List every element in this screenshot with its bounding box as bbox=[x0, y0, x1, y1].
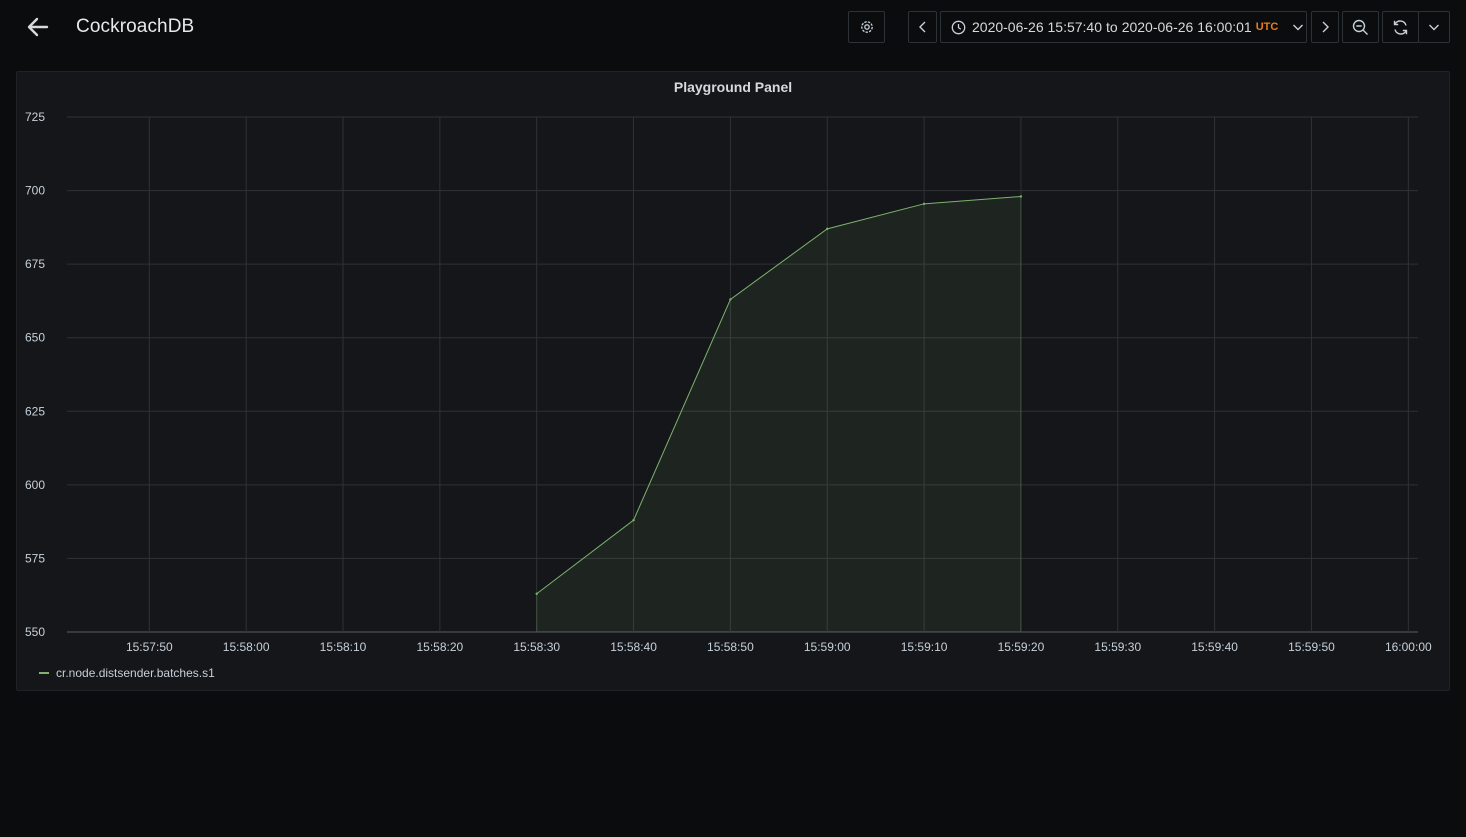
refresh-interval-dropdown[interactable] bbox=[1418, 11, 1450, 43]
time-range-from: 2020-06-26 15:57:40 bbox=[972, 19, 1102, 35]
legend-swatch bbox=[39, 672, 49, 674]
x-tick-label: 15:58:30 bbox=[513, 640, 560, 654]
y-tick-label: 550 bbox=[25, 625, 45, 639]
x-tick-label: 15:58:00 bbox=[223, 640, 270, 654]
settings-button[interactable] bbox=[848, 11, 885, 43]
zoom-out-button[interactable] bbox=[1342, 11, 1379, 43]
x-tick-label: 15:59:20 bbox=[998, 640, 1045, 654]
chevron-down-icon bbox=[1429, 24, 1439, 31]
clock-icon bbox=[951, 20, 966, 34]
dashboard-title: CockroachDB bbox=[76, 16, 195, 37]
x-tick-label: 15:58:20 bbox=[416, 640, 463, 654]
top-bar: CockroachDB 2020-06-26 15:57:40 to 2020-… bbox=[0, 0, 1466, 56]
x-tick-label: 15:59:50 bbox=[1288, 640, 1335, 654]
x-tick-label: 15:58:50 bbox=[707, 640, 754, 654]
graph-panel: Playground Panel 550 575 600 625 650 675 700 72… bbox=[16, 71, 1450, 691]
x-tick-label: 15:59:10 bbox=[901, 640, 948, 654]
legend-series-name: cr.node.distsender.batches.s1 bbox=[56, 666, 215, 680]
time-shift-back-button[interactable] bbox=[908, 11, 937, 43]
y-tick-label: 625 bbox=[25, 404, 45, 418]
y-tick-label: 725 bbox=[25, 110, 45, 124]
zoom-out-icon bbox=[1352, 19, 1368, 35]
data-point bbox=[632, 518, 635, 522]
series-area bbox=[536, 196, 1021, 632]
data-point bbox=[535, 592, 538, 595]
chevron-left-icon bbox=[918, 21, 925, 33]
arrow-left-icon bbox=[27, 17, 49, 37]
chevron-down-icon bbox=[1293, 24, 1304, 31]
gear-icon bbox=[860, 21, 873, 33]
x-tick-label: 15:59:30 bbox=[1094, 640, 1141, 654]
timezone-badge: UTC bbox=[1255, 21, 1279, 33]
x-tick-label: 15:58:10 bbox=[320, 640, 367, 654]
y-tick-label: 650 bbox=[25, 331, 45, 345]
time-range-picker[interactable]: 2020-06-26 15:57:40 to 2020-06-26 16:00:… bbox=[940, 11, 1307, 43]
data-point bbox=[1019, 195, 1023, 198]
refresh-icon bbox=[1393, 19, 1408, 35]
time-range-to: 2020-06-26 16:00:01 bbox=[1121, 19, 1252, 35]
x-tick-label: 15:57:50 bbox=[126, 640, 173, 654]
x-tick-label: 15:59:40 bbox=[1191, 640, 1238, 654]
data-point bbox=[729, 298, 732, 301]
y-tick-label: 675 bbox=[25, 257, 45, 271]
data-point bbox=[826, 227, 829, 231]
refresh-button[interactable] bbox=[1382, 11, 1419, 43]
y-tick-label: 700 bbox=[25, 184, 45, 198]
y-tick-label: 575 bbox=[25, 551, 45, 565]
time-series-chart[interactable]: 550 575 600 625 650 675 700 725 15:57:50 15:58:00… bbox=[17, 72, 1449, 690]
y-tick-label: 600 bbox=[25, 478, 45, 492]
time-shift-forward-button[interactable] bbox=[1311, 11, 1339, 43]
x-tick-label: 15:59:00 bbox=[804, 640, 851, 654]
chevron-right-icon bbox=[1322, 21, 1329, 33]
time-range-separator: to bbox=[1106, 19, 1118, 35]
x-tick-label: 16:00:00 bbox=[1385, 640, 1432, 654]
legend-item[interactable]: cr.node.distsender.batches.s1 bbox=[39, 666, 215, 680]
x-tick-label: 15:58:40 bbox=[610, 640, 657, 654]
data-point bbox=[922, 202, 926, 206]
back-button[interactable] bbox=[24, 13, 52, 41]
